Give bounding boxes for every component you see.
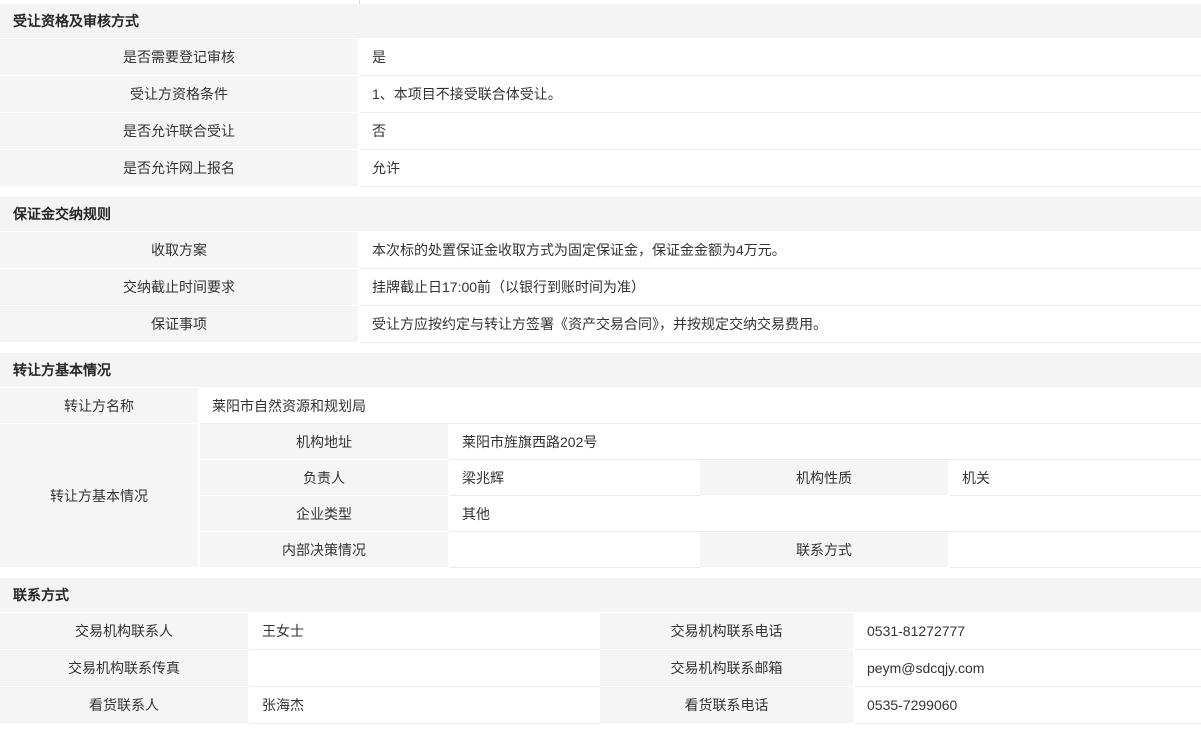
row-label: 交易机构联系传真 [0,650,250,687]
row-label: 联系方式 [700,532,950,568]
row-value: 王女士 [250,613,600,650]
row-label: 内部决策情况 [200,532,450,568]
table-row: 是否允许网上报名 允许 [0,150,1201,187]
row-label: 机构性质 [700,460,950,496]
row-label: 企业类型 [200,496,450,532]
row-value: 受让方应按约定与转让方签署《资产交易合同》，并按规定交纳交易费用。 [360,306,1201,343]
row-value [250,650,600,687]
row-value: 否 [360,113,1201,150]
table-row: 收取方案 本次标的处置保证金收取方式为固定保证金，保证金金额为4万元。 [0,232,1201,269]
row-value: 其他 [450,496,1201,532]
row-label: 是否需要登记审核 [0,39,360,76]
column-divider-line [359,0,360,4]
table-row: 看货联系人 张海杰 看货联系电话 0535-7299060 [0,687,1201,724]
section-contact-info: 联系方式 交易机构联系人 王女士 交易机构联系电话 0531-81272777 … [0,578,1201,724]
row-label: 交易机构联系人 [0,613,250,650]
row-label: 保证事项 [0,306,360,343]
section-deposit-rules: 保证金交纳规则 收取方案 本次标的处置保证金收取方式为固定保证金，保证金金额为4… [0,197,1201,343]
row-label: 负责人 [200,460,450,496]
table-row: 交纳截止时间要求 挂牌截止日17:00前（以银行到账时间为准） [0,269,1201,306]
table-row: 企业类型 其他 [200,496,1201,532]
table-row: 机构地址 莱阳市旌旗西路202号 [200,424,1201,460]
section-header: 保证金交纳规则 [0,197,1201,232]
group-rowspan-label: 转让方基本情况 [0,424,200,568]
section-header: 联系方式 [0,578,1201,613]
table-row: 是否允许联合受让 否 [0,113,1201,150]
section-transferor-info: 转让方基本情况 转让方名称 莱阳市自然资源和规划局 转让方基本情况 机构地址 莱… [0,353,1201,568]
row-value [950,532,1201,568]
section-title: 保证金交纳规则 [13,204,111,224]
row-label: 交纳截止时间要求 [0,269,360,306]
row-value: 允许 [360,150,1201,187]
row-value: 1、本项目不接受联合体受让。 [360,76,1201,113]
asset-transfer-detail-page: 受让资格及审核方式 是否需要登记审核 是 受让方资格条件 1、本项目不接受联合体… [0,0,1201,729]
row-label: 交易机构联系电话 [600,613,855,650]
row-label: 看货联系人 [0,687,250,724]
row-value: 0535-7299060 [855,687,1201,724]
row-value: 莱阳市旌旗西路202号 [450,424,1201,460]
row-value: 0531-81272777 [855,613,1201,650]
table-row: 转让方名称 莱阳市自然资源和规划局 [0,388,1201,424]
transferor-detail-group: 转让方基本情况 机构地址 莱阳市旌旗西路202号 负责人 梁兆辉 机构性质 机关… [0,424,1201,568]
row-value [450,532,700,568]
section-title: 受让资格及审核方式 [13,11,139,31]
row-label: 机构地址 [200,424,450,460]
section-header: 受让资格及审核方式 [0,4,1201,39]
table-row: 交易机构联系传真 交易机构联系邮箱 peym@sdcqjy.com [0,650,1201,687]
section-title: 联系方式 [13,585,69,605]
table-row: 交易机构联系人 王女士 交易机构联系电话 0531-81272777 [0,613,1201,650]
section-header: 转让方基本情况 [0,353,1201,388]
group-nested-rows: 机构地址 莱阳市旌旗西路202号 负责人 梁兆辉 机构性质 机关 企业类型 其他… [200,424,1201,568]
row-value: 本次标的处置保证金收取方式为固定保证金，保证金金额为4万元。 [360,232,1201,269]
row-value: peym@sdcqjy.com [855,650,1201,687]
row-label: 是否允许联合受让 [0,113,360,150]
table-row: 受让方资格条件 1、本项目不接受联合体受让。 [0,76,1201,113]
row-value: 张海杰 [250,687,600,724]
row-value: 机关 [950,460,1201,496]
row-label: 收取方案 [0,232,360,269]
section-transferee-qualification: 受让资格及审核方式 是否需要登记审核 是 受让方资格条件 1、本项目不接受联合体… [0,4,1201,187]
row-value: 梁兆辉 [450,460,700,496]
table-row: 内部决策情况 联系方式 [200,532,1201,568]
row-label: 看货联系电话 [600,687,855,724]
row-label: 交易机构联系邮箱 [600,650,855,687]
row-label: 是否允许网上报名 [0,150,360,187]
row-value: 是 [360,39,1201,76]
table-row: 是否需要登记审核 是 [0,39,1201,76]
section-title: 转让方基本情况 [13,360,111,380]
row-value: 莱阳市自然资源和规划局 [200,388,1201,424]
previous-row-cutoff [0,0,1201,4]
table-row: 保证事项 受让方应按约定与转让方签署《资产交易合同》，并按规定交纳交易费用。 [0,306,1201,343]
row-label: 转让方名称 [0,388,200,424]
row-value: 挂牌截止日17:00前（以银行到账时间为准） [360,269,1201,306]
row-label: 受让方资格条件 [0,76,360,113]
table-row: 负责人 梁兆辉 机构性质 机关 [200,460,1201,496]
